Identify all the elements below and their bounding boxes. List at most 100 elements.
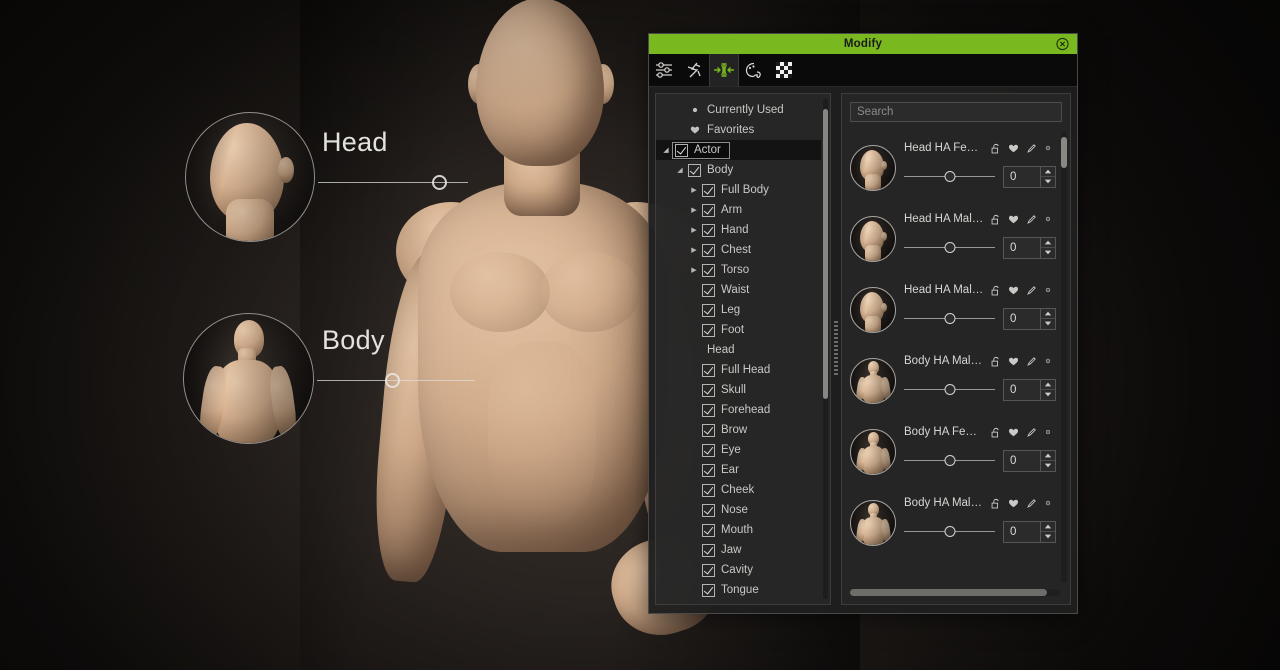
stepper-down-icon[interactable] <box>1041 248 1055 258</box>
unlock-button[interactable] <box>990 143 1001 154</box>
checkbox-icon[interactable] <box>675 144 688 157</box>
tree-item-forehead[interactable]: Forehead <box>656 400 821 420</box>
stepper-up-icon[interactable] <box>1041 238 1055 249</box>
tree-scrollbar-thumb[interactable] <box>823 109 828 399</box>
pencil-button[interactable] <box>1026 356 1037 367</box>
morph-value-field[interactable]: 0 <box>1004 522 1040 542</box>
stepper-down-icon[interactable] <box>1041 319 1055 329</box>
pencil-button[interactable] <box>1026 214 1037 225</box>
chevron-right-icon[interactable]: ▶ <box>688 266 700 274</box>
checkbox-icon[interactable] <box>702 424 715 437</box>
morph-slider-knob[interactable] <box>944 384 955 395</box>
checkbox-icon[interactable] <box>702 504 715 517</box>
checkbox-icon[interactable] <box>702 324 715 337</box>
heart-button[interactable] <box>1008 143 1019 154</box>
panel-splitter[interactable] <box>831 93 841 605</box>
checkbox-icon[interactable] <box>702 404 715 417</box>
checkbox-icon[interactable] <box>702 544 715 557</box>
tree-item-full-body[interactable]: ▶Full Body <box>656 180 821 200</box>
pencil-button[interactable] <box>1026 143 1037 154</box>
tree-item-tongue[interactable]: Tongue <box>656 580 821 600</box>
morph-value-field[interactable]: 0 <box>1004 451 1040 471</box>
checkbox-icon[interactable] <box>702 264 715 277</box>
stepper-down-icon[interactable] <box>1041 390 1055 400</box>
morph-thumbnail[interactable] <box>850 429 896 475</box>
unlock-button[interactable] <box>990 285 1001 296</box>
heart-button[interactable] <box>1008 356 1019 367</box>
morph-thumbnail[interactable] <box>850 287 896 333</box>
gear-button[interactable] <box>1044 215 1052 223</box>
checkbox-icon[interactable] <box>702 184 715 197</box>
morph-value-field[interactable]: 0 <box>1004 238 1040 258</box>
morph-slider-knob[interactable] <box>944 313 955 324</box>
morph-slider[interactable] <box>904 312 995 326</box>
tree-item-currently-used[interactable]: Currently Used <box>656 100 821 120</box>
tree-item-favorites[interactable]: Favorites <box>656 120 821 140</box>
checkbox-icon[interactable] <box>702 444 715 457</box>
heart-button[interactable] <box>1008 214 1019 225</box>
tree-item-skull[interactable]: Skull <box>656 380 821 400</box>
heart-button[interactable] <box>1008 285 1019 296</box>
toolbar-morph-button[interactable] <box>709 54 739 86</box>
stepper-up-icon[interactable] <box>1041 309 1055 320</box>
stepper-down-icon[interactable] <box>1041 461 1055 471</box>
stepper-up-icon[interactable] <box>1041 380 1055 391</box>
morph-slider-knob[interactable] <box>944 171 955 182</box>
checkbox-icon[interactable] <box>702 584 715 597</box>
toolbar-pose-button[interactable] <box>679 54 709 86</box>
checkbox-icon[interactable] <box>702 384 715 397</box>
toolbar-texture-button[interactable] <box>769 54 799 86</box>
gear-button[interactable] <box>1044 428 1052 436</box>
checkbox-icon[interactable] <box>702 364 715 377</box>
tree-item-head[interactable]: Head <box>656 340 821 360</box>
pencil-button[interactable] <box>1026 285 1037 296</box>
tree-item-full-head[interactable]: Full Head <box>656 360 821 380</box>
morph-slider[interactable] <box>904 383 995 397</box>
callout-body-thumbnail[interactable] <box>183 313 314 444</box>
morph-thumbnail[interactable] <box>850 216 896 262</box>
morph-slider[interactable] <box>904 170 995 184</box>
category-tree[interactable]: Currently UsedFavorites◢Actor◢Body▶Full … <box>656 94 821 604</box>
morph-slider-list[interactable]: Head HA Female Athletic0Head HA Male Her… <box>842 128 1060 586</box>
checkbox-icon[interactable] <box>702 464 715 477</box>
tree-item-arm[interactable]: ▶Arm <box>656 200 821 220</box>
stepper-up-icon[interactable] <box>1041 167 1055 178</box>
tree-item-body[interactable]: ◢Body <box>656 160 821 180</box>
stepper-down-icon[interactable] <box>1041 177 1055 187</box>
tree-item-cavity[interactable]: Cavity <box>656 560 821 580</box>
tree-item-torso[interactable]: ▶Torso <box>656 260 821 280</box>
pencil-button[interactable] <box>1026 498 1037 509</box>
morph-slider[interactable] <box>904 525 995 539</box>
tree-item-brow[interactable]: Brow <box>656 420 821 440</box>
chevron-down-icon[interactable]: ◢ <box>660 146 672 154</box>
tree-item-foot[interactable]: Foot <box>656 320 821 340</box>
stepper-down-icon[interactable] <box>1041 532 1055 542</box>
close-icon[interactable] <box>1056 38 1069 51</box>
morph-value-field[interactable]: 0 <box>1004 167 1040 187</box>
tree-item-cheek[interactable]: Cheek <box>656 480 821 500</box>
tree-item-nose[interactable]: Nose <box>656 500 821 520</box>
slider-list-hscrollbar[interactable] <box>842 586 1070 604</box>
morph-slider-knob[interactable] <box>944 526 955 537</box>
morph-value-field[interactable]: 0 <box>1004 309 1040 329</box>
tree-item-chest[interactable]: ▶Chest <box>656 240 821 260</box>
checkbox-icon[interactable] <box>702 304 715 317</box>
tree-scrollbar[interactable] <box>821 94 830 604</box>
morph-slider-knob[interactable] <box>944 455 955 466</box>
tree-item-jaw[interactable]: Jaw <box>656 540 821 560</box>
morph-slider[interactable] <box>904 241 995 255</box>
unlock-button[interactable] <box>990 498 1001 509</box>
checkbox-icon[interactable] <box>702 484 715 497</box>
toolbar-material-button[interactable] <box>739 54 769 86</box>
tree-item-leg[interactable]: Leg <box>656 300 821 320</box>
slider-list-scrollbar[interactable] <box>1060 128 1070 586</box>
chevron-right-icon[interactable]: ▶ <box>688 206 700 214</box>
unlock-button[interactable] <box>990 427 1001 438</box>
checkbox-icon[interactable] <box>702 284 715 297</box>
search-input[interactable] <box>850 102 1062 122</box>
modify-window-titlebar[interactable]: Modify <box>649 34 1077 54</box>
toolbar-sliders-button[interactable] <box>649 54 679 86</box>
heart-button[interactable] <box>1008 498 1019 509</box>
callout-body-handle[interactable] <box>385 373 400 388</box>
checkbox-icon[interactable] <box>702 204 715 217</box>
